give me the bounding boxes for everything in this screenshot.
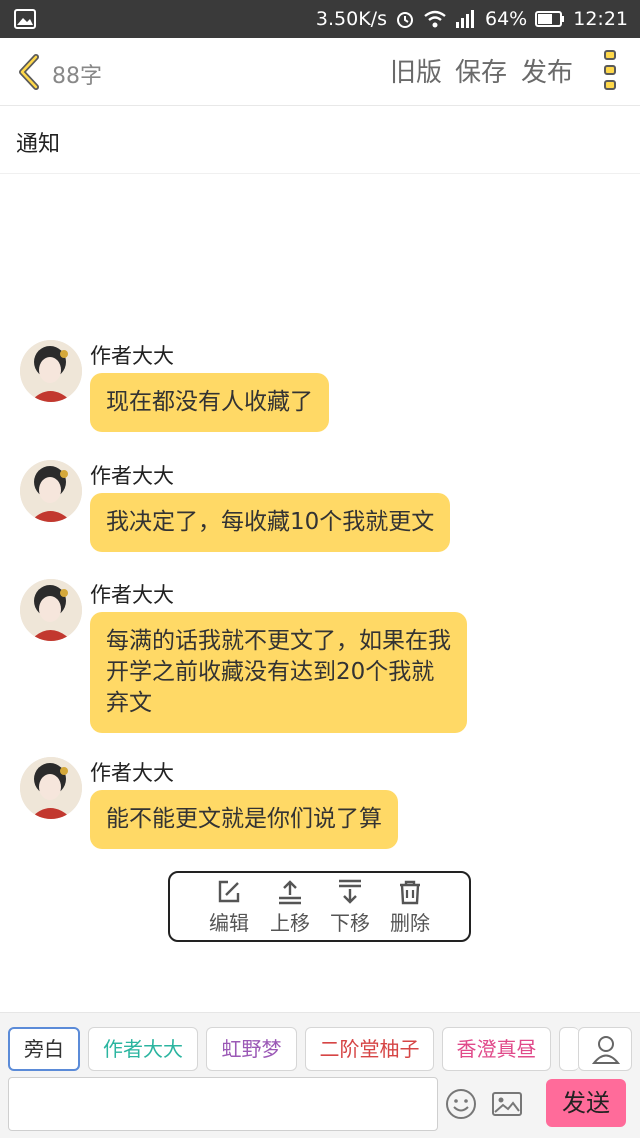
composer: 旁白 作者大大 虹野梦 二阶堂柚子 香澄真昼 发送	[0, 1012, 640, 1138]
sender-name: 作者大大	[90, 761, 174, 785]
publish-button[interactable]: 发布	[521, 52, 573, 89]
gallery-icon	[14, 9, 36, 29]
message-line: 开学之前收藏没有达到20个我就	[106, 659, 435, 685]
alarm-icon	[397, 12, 413, 28]
message-line: 现在都没有人收藏了	[106, 389, 313, 415]
sender-name: 作者大大	[90, 464, 174, 488]
clock: 12:21	[573, 8, 628, 30]
sender-name: 作者大大	[90, 583, 174, 607]
more-menu-icon[interactable]	[604, 50, 618, 94]
move-up-button[interactable]: 上移	[265, 879, 315, 936]
message-action-toolbar: 编辑 上移 下移 删除	[168, 871, 471, 942]
role-chip-nijino-yume[interactable]: 虹野梦	[206, 1027, 297, 1071]
role-label: 虹野梦	[221, 1037, 282, 1061]
role-chip-overflow[interactable]	[559, 1027, 579, 1071]
edit-icon	[218, 880, 240, 903]
trash-icon	[400, 880, 420, 905]
role-chip-nikaido-yuzu[interactable]: 二阶堂柚子	[305, 1027, 434, 1071]
emoji-icon[interactable]	[444, 1087, 478, 1121]
save-button[interactable]: 保存	[455, 52, 507, 89]
move-up-icon	[279, 880, 301, 905]
back-icon[interactable]	[12, 52, 48, 92]
old-version-button[interactable]: 旧版	[390, 52, 442, 89]
role-label: 旁白	[24, 1037, 64, 1061]
word-count: 88字	[52, 64, 102, 89]
message-line: 能不能更文就是你们说了算	[106, 806, 382, 832]
person-icon	[591, 1036, 621, 1064]
role-label: 二阶堂柚子	[319, 1037, 420, 1061]
signal-icon	[456, 10, 474, 28]
move-down-button[interactable]: 下移	[325, 879, 375, 936]
battery-percent: 64%	[485, 8, 528, 30]
title-row[interactable]: 通知	[0, 106, 640, 174]
edit-button[interactable]: 编辑	[204, 879, 254, 936]
message-line: 我决定了，每收藏10个我就更文	[106, 509, 435, 535]
sender-name: 作者大大	[90, 344, 174, 368]
role-chip-narrator[interactable]: 旁白	[8, 1027, 80, 1071]
avatar	[20, 579, 82, 641]
image-icon[interactable]	[490, 1087, 524, 1121]
move-down-icon	[339, 879, 361, 904]
role-chip-kasumi-mahiru[interactable]: 香澄真昼	[442, 1027, 551, 1071]
battery-icon	[535, 11, 565, 27]
message-line: 每满的话我就不更文了，如果在我	[106, 628, 451, 654]
wifi-icon	[424, 10, 446, 28]
message-bubble[interactable]: 能不能更文就是你们说了算	[90, 790, 398, 849]
role-label: 香澄真昼	[456, 1037, 537, 1061]
delete-button[interactable]: 删除	[385, 879, 435, 936]
move-down-label: 下移	[330, 911, 370, 935]
role-label: 作者大大	[103, 1037, 183, 1061]
avatar	[20, 340, 82, 402]
role-chip-author[interactable]: 作者大大	[88, 1027, 198, 1071]
avatar	[20, 460, 82, 522]
add-role-button[interactable]	[578, 1027, 632, 1071]
message-bubble[interactable]: 现在都没有人收藏了	[90, 373, 329, 432]
status-bar: 3.50K/s 64% 12:21	[0, 0, 640, 38]
send-button[interactable]: 发送	[546, 1079, 626, 1127]
message-bubble[interactable]: 每满的话我就不更文了，如果在我 开学之前收藏没有达到20个我就 弃文	[90, 612, 467, 733]
delete-label: 删除	[390, 911, 430, 935]
message-line: 弃文	[106, 690, 152, 716]
avatar	[20, 757, 82, 819]
header: 88字 旧版 保存 发布	[0, 38, 640, 106]
edit-label: 编辑	[209, 911, 249, 935]
message-bubble[interactable]: 我决定了，每收藏10个我就更文	[90, 493, 451, 552]
story-title: 通知	[16, 132, 61, 157]
move-up-label: 上移	[270, 911, 310, 935]
message-input[interactable]	[8, 1077, 438, 1131]
network-speed: 3.50K/s	[315, 8, 387, 30]
